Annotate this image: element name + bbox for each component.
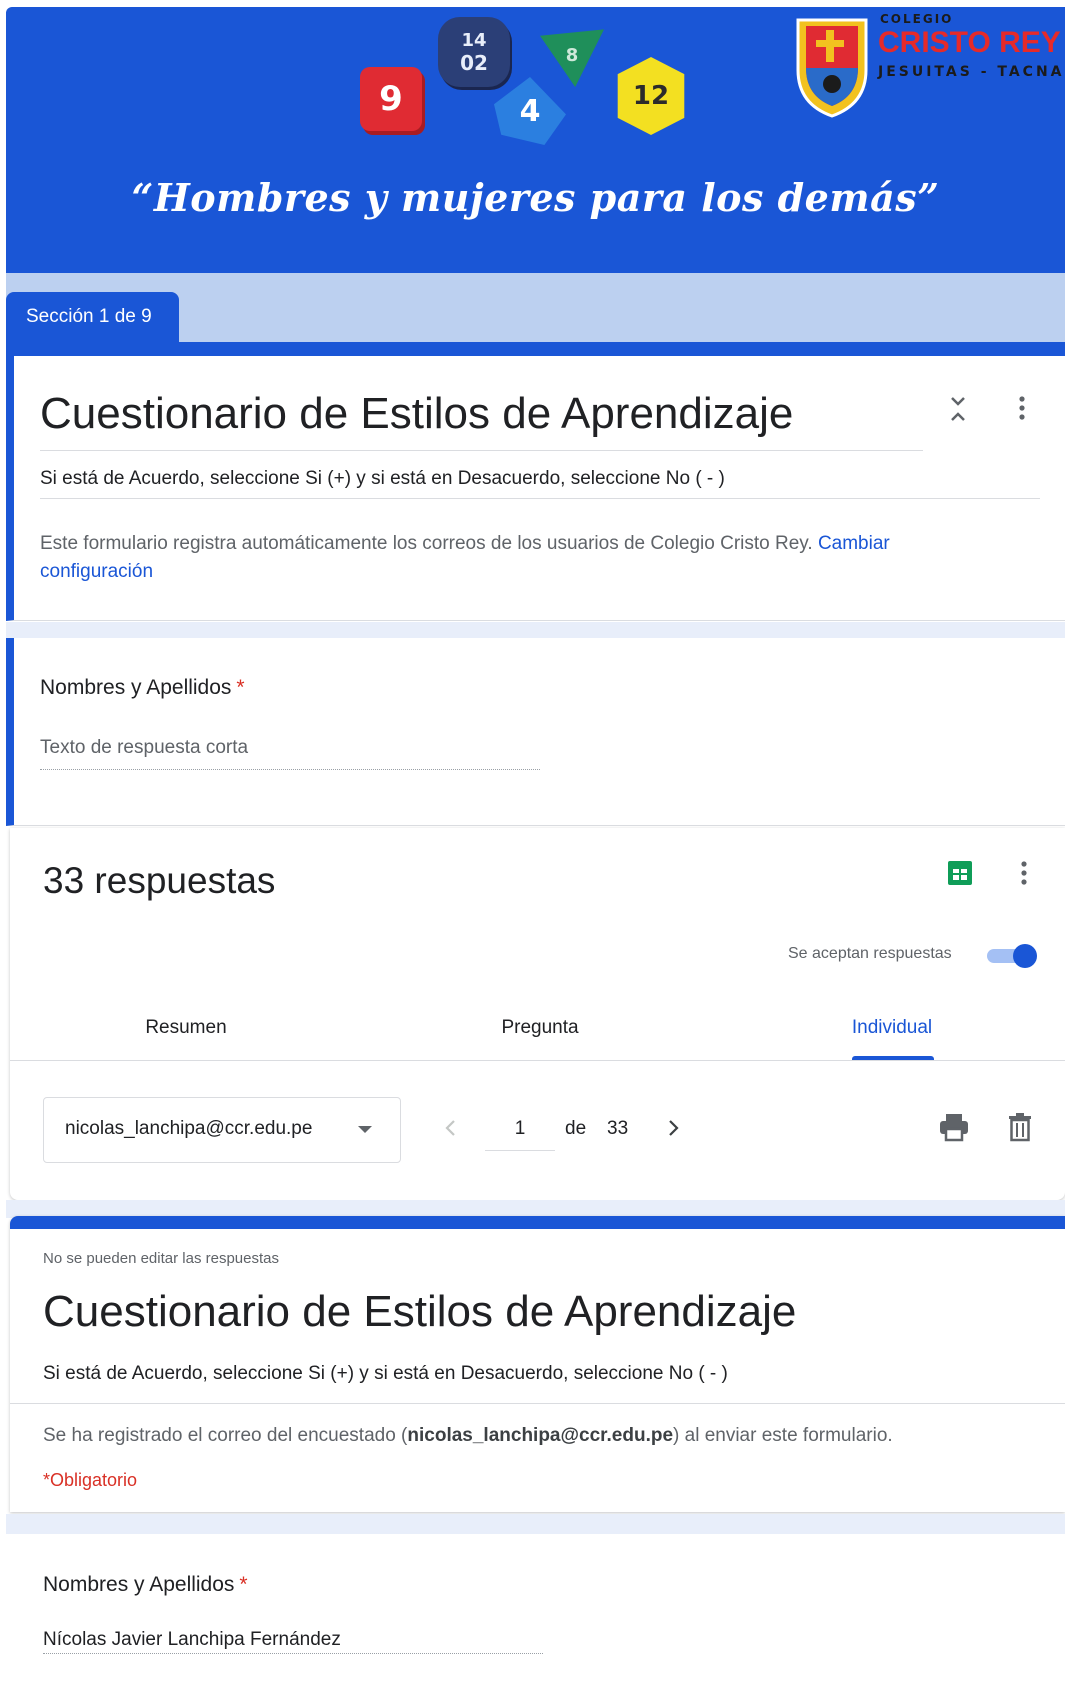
response-answer: Nícolas Javier Lanchipa Fernández <box>43 1629 341 1650</box>
responses-count: 33 respuestas <box>43 860 276 901</box>
school-label-bottom: JESUITAS - TACNA <box>878 64 1065 80</box>
card-gap <box>6 622 1065 638</box>
recorded-email-notice: Se ha registrado el correo del encuestad… <box>43 1425 893 1447</box>
die-yellow-icon: 12 <box>617 57 685 135</box>
accepting-responses-label: Se aceptan respuestas <box>788 945 952 962</box>
collapse-icon[interactable] <box>946 394 970 424</box>
tab-summary[interactable]: Resumen <box>86 1017 286 1039</box>
accepting-responses-toggle[interactable] <box>987 944 1039 968</box>
die-blue-label: 4 <box>519 93 541 129</box>
chevron-right-icon[interactable] <box>667 1116 681 1140</box>
die-red-label: 9 <box>379 79 403 119</box>
section-bar <box>6 342 1065 356</box>
more-vert-icon[interactable] <box>1018 860 1030 886</box>
page-total: 33 <box>607 1118 629 1139</box>
die-green-icon: 8 <box>540 29 604 87</box>
delete-icon[interactable] <box>1008 1112 1032 1142</box>
die-red-icon: 9 <box>360 67 422 131</box>
sheets-icon[interactable] <box>947 860 973 886</box>
response-form-description: Si está de Acuerdo, seleccione Si (+) y … <box>43 1363 728 1384</box>
question-title: Nombres y Apellidos <box>40 676 232 699</box>
chevron-left-icon[interactable] <box>443 1116 457 1140</box>
die-blue-icon: 4 <box>494 77 566 145</box>
tabs-divider <box>10 1060 1065 1061</box>
description-underline <box>40 498 1040 499</box>
required-asterisk: * <box>239 1573 248 1596</box>
form-description[interactable]: Si está de Acuerdo, seleccione Si (+) y … <box>40 468 725 490</box>
die-yellow-label: 12 <box>632 81 670 111</box>
page-number-input[interactable]: 1 <box>485 1118 555 1140</box>
recorded-prefix: Se ha registrado el correo del encuestad… <box>43 1425 408 1446</box>
short-answer-underline <box>40 769 540 770</box>
school-name: CRISTO REY <box>878 26 1061 59</box>
die-navy-icon: 14 02 <box>438 17 510 87</box>
short-answer-placeholder: Texto de respuesta corta <box>40 737 249 758</box>
print-icon[interactable] <box>938 1112 970 1142</box>
page-input-underline <box>485 1150 555 1151</box>
title-underline <box>40 450 923 451</box>
tab-individual[interactable]: Individual <box>792 1017 992 1039</box>
response-form-title: Cuestionario de Estilos de Aprendizaje <box>43 1287 797 1336</box>
dropdown-arrow-icon[interactable] <box>358 1126 372 1133</box>
school-label-top: COLEGIO <box>880 12 954 26</box>
school-motto: “Hombres y mujeres para los demás” <box>131 175 940 220</box>
tab-question[interactable]: Pregunta <box>440 1017 640 1039</box>
required-note: *Obligatorio <box>43 1470 138 1490</box>
question-card[interactable] <box>6 638 1065 826</box>
die-navy-label-bottom: 02 <box>460 50 488 75</box>
recorded-email: nicolas_lanchipa@ccr.edu.pe <box>407 1425 674 1446</box>
die-navy-label-top: 14 <box>461 29 487 51</box>
response-question-title: Nombres y Apellidos <box>43 1573 235 1596</box>
more-vert-icon[interactable] <box>1016 395 1028 421</box>
card-gap <box>6 1514 1065 1534</box>
no-edit-note: No se pueden editar las respuestas <box>43 1250 279 1267</box>
recorded-suffix: ) al enviar este formulario. <box>673 1425 893 1446</box>
form-title[interactable]: Cuestionario de Estilos de Aprendizaje <box>40 389 793 439</box>
required-asterisk: * <box>236 676 245 699</box>
answer-underline <box>43 1653 543 1654</box>
question-label[interactable]: Nombres y Apellidos * <box>40 676 245 700</box>
individual-question-card <box>10 1534 1065 1695</box>
respondent-select-value[interactable]: nicolas_lanchipa@ccr.edu.pe <box>65 1118 312 1140</box>
email-notice-text: Este formulario registra automáticamente… <box>40 533 813 554</box>
description-divider <box>10 1403 1065 1404</box>
response-question-label: Nombres y Apellidos * <box>43 1573 248 1597</box>
page-of-label: de <box>565 1118 587 1139</box>
die-green-label: 8 <box>565 44 579 66</box>
email-collection-notice: Este formulario registra automáticamente… <box>40 530 970 586</box>
